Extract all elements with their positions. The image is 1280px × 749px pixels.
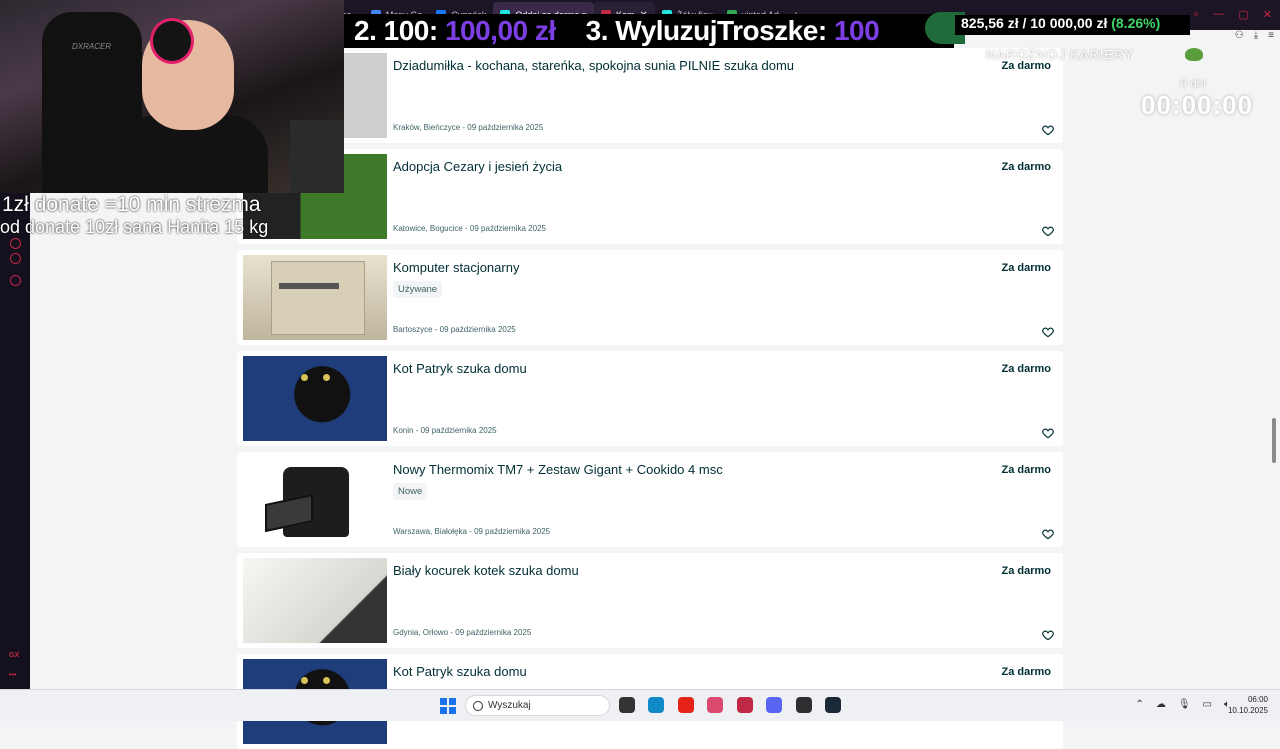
listing-title[interactable]: Kot Patryk szuka domu	[393, 361, 527, 376]
listing-card[interactable]: Dziadumiłka - kochana, stareńka, spokojn…	[237, 48, 1063, 143]
heart-icon[interactable]	[1041, 325, 1055, 339]
heart-icon[interactable]	[1041, 123, 1055, 137]
heart-icon[interactable]	[1041, 426, 1055, 440]
browser-toolbar-right: ⚇ ⤓ ≡	[1214, 30, 1274, 44]
goal-2-label: 2. 100:	[354, 15, 438, 46]
stream-timer: 00:00:00	[1141, 90, 1254, 120]
listing-location-date: Bartoszyce - 09 października 2025	[393, 325, 516, 334]
edge-app-icon[interactable]	[648, 697, 664, 713]
listing-price: Za darmo	[1001, 565, 1051, 577]
donation-progress: 825,56 zł / 10 000,00 zł (8.26%)	[955, 15, 1190, 35]
task-view-app-icon[interactable]	[619, 697, 635, 713]
stream-goals-banner: 2. 100: 100,00 zł 3. WyluzujTroszke: 100	[344, 14, 954, 48]
listing-condition-badge: Nowe	[393, 483, 428, 500]
gx-icon[interactable]: GX	[9, 652, 19, 659]
goal-3-label: 3. WyluzujTroszke:	[585, 15, 828, 46]
listing-location-date: Katowice, Bogucice - 09 października 202…	[393, 224, 546, 233]
taskbar-clock[interactable]: 06:00 10.10.2025	[1228, 694, 1268, 716]
heart-icon[interactable]	[1041, 628, 1055, 642]
listing-price: Za darmo	[1001, 161, 1051, 173]
listing-price: Za darmo	[1001, 464, 1051, 476]
start-button[interactable]	[440, 698, 456, 714]
maximize-button[interactable]: ▢	[1238, 8, 1248, 21]
listing-card[interactable]: Nowy Thermomix TM7 + Zestaw Gigant + Coo…	[237, 452, 1063, 547]
goal-2-value: 100,00 zł	[444, 15, 556, 46]
webcam-overlay: DXRACER	[0, 0, 344, 193]
download-icon[interactable]: ⤓	[1254, 30, 1258, 44]
page-scrollbar[interactable]	[1272, 418, 1276, 463]
listing-title[interactable]: Nowy Thermomix TM7 + Zestaw Gigant + Coo…	[393, 462, 723, 477]
history-icon[interactable]	[10, 253, 21, 264]
overlay-caption: NAROŻNOJ KARIERY	[986, 47, 1134, 62]
donation-progress-percent: (8.26%)	[1111, 15, 1161, 31]
discord-app-icon[interactable]	[766, 697, 782, 713]
clock-date: 10.10.2025	[1227, 706, 1268, 715]
listing-card[interactable]: Biały kocurek kotek szuka domu Za darmo Gd…	[237, 553, 1063, 648]
listing-location-date: Gdynia, Orłowo - 09 października 2025	[393, 628, 532, 637]
listing-price: Za darmo	[1001, 262, 1051, 274]
account-icon[interactable]: ⚇	[1235, 30, 1244, 44]
windows-taskbar: Wyszukaj ⌃ ☁ 🎙︎ ▭ 🔈︎ 06:00 10.10.2025	[0, 689, 1280, 721]
extensions-icon[interactable]	[10, 275, 21, 286]
listing-card[interactable]: Kot Patryk szuka domu Za darmo Konin - 09 …	[237, 351, 1063, 446]
listing-thumbnail[interactable]	[243, 457, 387, 542]
headset-icon	[150, 18, 194, 64]
taskbar-search-placeholder: Wyszukaj	[488, 700, 531, 711]
listing-location-date: Kraków, Bieńczyce - 09 października 2025	[393, 123, 544, 132]
goal-2: 2. 100: 100,00 zł	[354, 15, 556, 47]
donate-rule-text: 1zł donate =10 min strezma	[2, 193, 261, 216]
donation-progress-amount: 825,56 zł / 10 000,00 zł	[961, 15, 1108, 31]
steam-app-icon[interactable]	[825, 697, 841, 713]
listing-title[interactable]: Biały kocurek kotek szuka domu	[393, 563, 579, 578]
background-shelf	[290, 120, 344, 193]
cloud-icon[interactable]: ☁	[1156, 699, 1166, 710]
snipping-app-icon[interactable]	[707, 697, 723, 713]
donate-penalty-text: od donate 10zł sana Hanita 15 kg	[0, 217, 269, 237]
listing-thumbnail[interactable]	[243, 255, 387, 340]
goal-3-value: 100	[833, 15, 880, 46]
more-icon[interactable]: •••	[9, 672, 16, 679]
search-icon	[473, 701, 483, 711]
obs-app-icon[interactable]	[796, 697, 812, 713]
listing-title[interactable]: Adopcja Cezary i jesień życia	[393, 159, 562, 174]
listing-card[interactable]: Adopcja Cezary i jesień życia Za darmo Kat…	[237, 149, 1063, 244]
menu-icon[interactable]: ≡	[1268, 30, 1274, 44]
listing-card[interactable]: Komputer stacjonarny Za darmo Używane Barto…	[237, 250, 1063, 345]
listing-price: Za darmo	[1001, 666, 1051, 678]
listing-location-date: Warszawa, Białołęka - 09 października 20…	[393, 527, 551, 536]
close-button[interactable]: ✕	[1263, 8, 1272, 21]
listing-thumbnail[interactable]	[243, 558, 387, 643]
listing-location-date: Konin - 09 października 2025	[393, 426, 497, 435]
listing-title[interactable]: Kot Patryk szuka domu	[393, 664, 527, 679]
taskbar-search[interactable]: Wyszukaj	[465, 695, 610, 716]
music-icon[interactable]	[10, 238, 21, 249]
mic-icon[interactable]: 🎙︎	[1178, 699, 1191, 710]
chevron-up-icon[interactable]: ⌃	[1135, 699, 1143, 710]
heart-icon[interactable]	[1041, 527, 1055, 541]
minimize-button[interactable]: —	[1213, 8, 1224, 21]
chair-brand: DXRACER	[72, 42, 112, 51]
system-tray: ⌃ ☁ 🎙︎ ▭ 🔈︎	[1135, 699, 1230, 710]
listing-thumbnail[interactable]	[243, 356, 387, 441]
timer-days: 0 dni	[1180, 76, 1207, 90]
display-icon[interactable]: ▭	[1203, 699, 1212, 710]
opera-gx-app-icon[interactable]	[737, 697, 753, 713]
goal-3: 3. WyluzujTroszke: 100	[586, 15, 880, 47]
window-controls: ⌕ — ▢ ✕	[1193, 8, 1272, 21]
youtube-app-icon[interactable]	[678, 697, 694, 713]
heart-icon[interactable]	[1041, 224, 1055, 238]
frog-emote-icon	[1185, 48, 1203, 61]
listing-price: Za darmo	[1001, 363, 1051, 375]
listing-title[interactable]: Dziadumiłka - kochana, stareńka, spokojn…	[393, 58, 794, 73]
clock-time: 06:00	[1247, 695, 1268, 704]
search-icon[interactable]: ⌕	[1193, 8, 1199, 21]
listing-title[interactable]: Komputer stacjonarny	[393, 260, 519, 275]
listing-condition-badge: Używane	[393, 281, 443, 298]
